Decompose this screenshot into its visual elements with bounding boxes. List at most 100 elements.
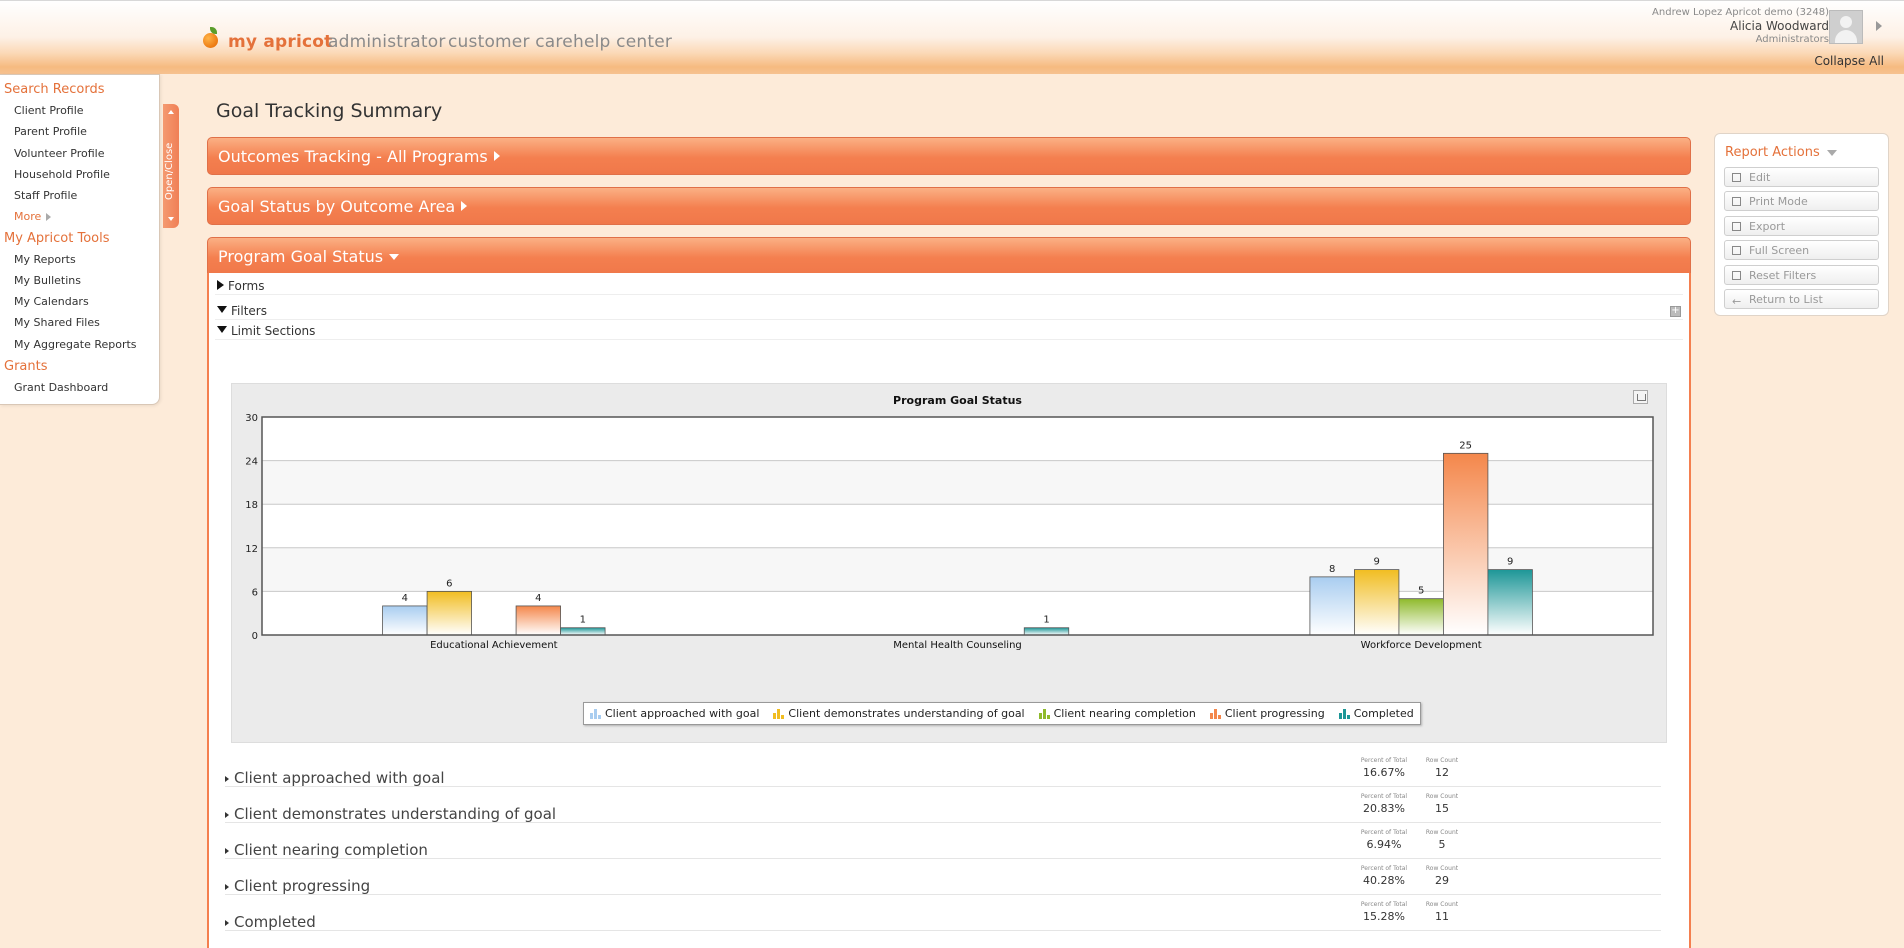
percent-value: 16.67% — [1363, 766, 1405, 779]
sidebar-item-household-profile[interactable]: Household Profile — [14, 168, 110, 181]
tree-limit-sections[interactable]: Limit Sections — [217, 324, 315, 338]
chart-download-icon[interactable] — [1633, 390, 1648, 404]
bar-completed — [560, 627, 606, 636]
tree-forms[interactable]: Forms — [217, 279, 264, 293]
expand-triangle-icon — [225, 920, 229, 926]
summary-row[interactable]: Client demonstrates understanding of goa… — [225, 793, 1661, 823]
more-arrow-icon[interactable] — [46, 213, 51, 221]
divider — [225, 822, 1661, 823]
y-tick-label: 24 — [245, 457, 258, 468]
summary-row[interactable]: Client nearing completion Percent of Tota… — [225, 829, 1661, 859]
sidebar-item-my-aggregate-reports[interactable]: My Aggregate Reports — [14, 338, 137, 351]
x-tick-label: Educational Achievement — [430, 640, 558, 651]
legend-item[interactable]: Client progressing — [1209, 707, 1325, 720]
tree-filters[interactable]: Filters — [217, 304, 267, 318]
legend-bar-icon — [1338, 708, 1350, 719]
row-count-header: Row Count — [1425, 829, 1459, 836]
chevron-down-icon[interactable] — [1827, 150, 1837, 156]
reset-filters-button[interactable]: Reset Filters — [1724, 265, 1879, 285]
percent-value: 20.83% — [1363, 802, 1405, 815]
divider — [215, 319, 1683, 320]
apricot-logo-icon[interactable] — [202, 27, 220, 49]
sidebar-item-grant-dashboard[interactable]: Grant Dashboard — [14, 381, 108, 394]
legend-bar-icon — [1209, 708, 1221, 719]
summary-label[interactable]: Client approached with goal — [234, 769, 445, 787]
top-header: my apricot administrator customer care h… — [0, 0, 1904, 74]
nav-my-apricot[interactable]: my apricot — [228, 32, 332, 52]
percent-header: Percent of Total — [1360, 829, 1408, 836]
sidebar-toggle[interactable]: Open/Close — [163, 104, 179, 228]
collapse-triangle-icon — [217, 306, 227, 313]
user-name[interactable]: Alicia Woodward — [1652, 19, 1829, 33]
sidebar-item-my-bulletins[interactable]: My Bulletins — [14, 274, 81, 287]
legend-item[interactable]: Client nearing completion — [1038, 707, 1196, 720]
expand-triangle-icon — [217, 280, 224, 290]
sidebar-item-parent-profile[interactable]: Parent Profile — [14, 125, 87, 138]
x-tick-label: Mental Health Counseling — [893, 640, 1022, 651]
avatar[interactable] — [1829, 10, 1863, 44]
sidebar-heading-search-records[interactable]: Search Records — [4, 82, 104, 97]
data-label: 1 — [1043, 615, 1049, 626]
percent-header: Percent of Total — [1360, 757, 1408, 764]
summary-label[interactable]: Client demonstrates understanding of goa… — [234, 805, 556, 823]
percent-value: 6.94% — [1366, 838, 1402, 851]
user-info: Andrew Lopez Apricot demo (3248) Alicia … — [1652, 7, 1829, 47]
sidebar-heading-my-apricot-tools[interactable]: My Apricot Tools — [4, 231, 110, 246]
summary-label[interactable]: Client nearing completion — [234, 841, 428, 859]
legend-item[interactable]: Client approached with goal — [590, 707, 759, 720]
print-mode-button[interactable]: Print Mode — [1724, 191, 1879, 211]
button-label: Reset Filters — [1749, 269, 1817, 282]
sidebar-item-staff-profile[interactable]: Staff Profile — [14, 189, 77, 202]
panel-goal-status-by-outcome[interactable]: Goal Status by Outcome Area — [207, 187, 1691, 225]
full-screen-button[interactable]: Full Screen — [1724, 240, 1879, 260]
data-label: 9 — [1507, 557, 1513, 568]
nav-administrator[interactable]: administrator — [328, 32, 446, 52]
collapse-all-link[interactable]: Collapse All — [1814, 54, 1884, 68]
edit-button[interactable]: Edit — [1724, 167, 1879, 187]
sidebar-item-volunteer-profile[interactable]: Volunteer Profile — [14, 147, 104, 160]
row-count-value: 12 — [1435, 766, 1449, 779]
legend-item[interactable]: Client demonstrates understanding of goa… — [773, 707, 1025, 720]
legend-label: Client demonstrates understanding of goa… — [788, 707, 1025, 720]
export-button[interactable]: Export — [1724, 216, 1879, 236]
button-label: Full Screen — [1749, 244, 1810, 257]
data-label: 9 — [1373, 557, 1379, 568]
report-actions-title[interactable]: Report Actions — [1725, 145, 1820, 160]
tree-label: Limit Sections — [231, 324, 316, 338]
nav-help-center[interactable]: help center — [573, 32, 672, 52]
sidebar-heading-grants[interactable]: Grants — [4, 359, 48, 374]
sidebar-item-my-shared-files[interactable]: My Shared Files — [14, 316, 100, 329]
row-count-value: 11 — [1435, 910, 1449, 923]
program-goal-status-chart: Program Goal Status06121824304641Educati… — [245, 394, 1654, 651]
sidebar: Search Records Client Profile Parent Pro… — [0, 74, 160, 405]
summary-row[interactable]: Client progressing Percent of Total 40.28%… — [225, 865, 1661, 895]
return-to-list-button[interactable]: ← Return to List — [1724, 289, 1879, 309]
sidebar-item-more[interactable]: More — [14, 210, 41, 223]
legend-item[interactable]: Completed — [1338, 707, 1414, 720]
button-label: Print Mode — [1749, 195, 1808, 208]
program-goal-status-body: Forms Filters + Limit Sections Program G… — [207, 273, 1691, 948]
legend-label: Client progressing — [1224, 707, 1325, 720]
bar-client-nearing-completion — [1398, 598, 1444, 636]
summary-row[interactable]: Client approached with goal Percent of To… — [225, 757, 1661, 787]
summary-row[interactable]: Completed Percent of Total 15.28% Row Count… — [225, 901, 1661, 931]
sidebar-item-my-calendars[interactable]: My Calendars — [14, 295, 89, 308]
data-label: 1 — [580, 615, 586, 626]
panel-program-goal-status[interactable]: Program Goal Status — [207, 237, 1691, 275]
panel-outcomes-tracking[interactable]: Outcomes Tracking - All Programs — [207, 137, 1691, 175]
sidebar-item-my-reports[interactable]: My Reports — [14, 253, 76, 266]
sidebar-item-client-profile[interactable]: Client Profile — [14, 104, 84, 117]
report-actions-panel: Report Actions Edit Print Mode Export Fu… — [1714, 133, 1889, 316]
row-count-header: Row Count — [1425, 757, 1459, 764]
summary-label[interactable]: Client progressing — [234, 877, 370, 895]
nav-customer-care[interactable]: customer care — [448, 32, 573, 52]
button-label: Return to List — [1749, 293, 1823, 306]
divider — [225, 930, 1661, 931]
divider — [225, 786, 1661, 787]
summary-label[interactable]: Completed — [234, 913, 316, 931]
collapse-arrow-icon — [389, 254, 400, 260]
panel-title: Outcomes Tracking - All Programs — [218, 147, 488, 166]
add-filter-icon[interactable]: + — [1670, 306, 1681, 317]
user-menu-arrow-icon[interactable] — [1876, 21, 1882, 31]
divider — [215, 339, 1683, 340]
